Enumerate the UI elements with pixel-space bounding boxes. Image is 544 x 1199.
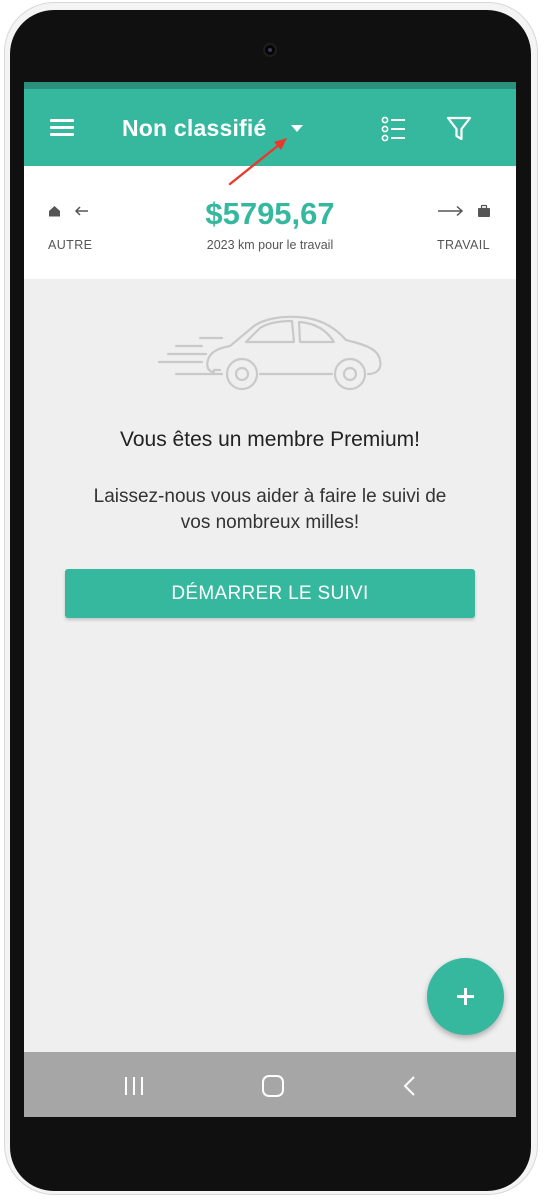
premium-heading: Vous êtes un membre Premium! <box>120 428 420 451</box>
home-icon[interactable] <box>261 1075 285 1097</box>
recents-icon[interactable] <box>124 1075 146 1097</box>
status-bar <box>24 82 516 89</box>
app-screen: Non classifié AUTRE TRAVAIL $5795,67 202… <box>24 82 516 1117</box>
premium-message: Laissez-nous vous aider à faire le suivi… <box>93 486 447 533</box>
menu-icon[interactable] <box>50 119 74 137</box>
total-amount: $5795,67 <box>205 196 335 231</box>
front-camera <box>263 43 277 57</box>
system-nav-bar <box>24 1052 516 1117</box>
filter-icon[interactable] <box>446 115 472 143</box>
dropdown-icon[interactable] <box>291 125 303 132</box>
car-illustration <box>157 315 382 391</box>
work-distance: 2023 km pour le travail <box>206 238 334 252</box>
add-trip-button[interactable] <box>427 958 504 1035</box>
list-icon[interactable] <box>381 116 407 142</box>
back-icon[interactable] <box>402 1075 418 1097</box>
annotation-arrow-icon <box>228 138 287 186</box>
start-tracking-button[interactable]: DÉMARRER LE SUIVI <box>65 569 475 618</box>
